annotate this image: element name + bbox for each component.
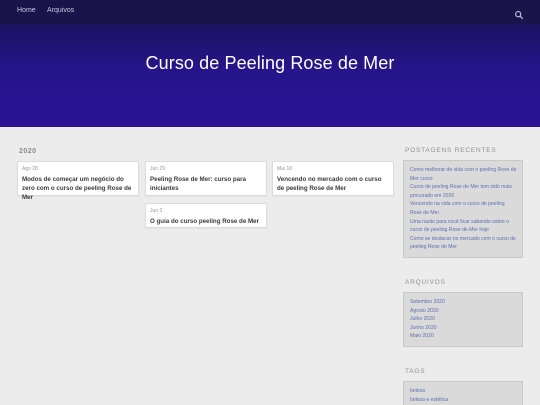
archive-month-link[interactable]: Setembro 2020	[410, 298, 517, 307]
post-title[interactable]: Modos de começar um negócio do zero com …	[22, 175, 134, 202]
recent-post-link[interactable]: Como se destacar no mercado com o curso …	[410, 235, 517, 252]
post-title[interactable]: Peeling Rose de Mer: curso para iniciant…	[150, 175, 262, 193]
recent-posts-heading: POSTAGENS RECENTES	[405, 147, 497, 154]
post-date: Jun 29	[150, 166, 166, 172]
recent-post-link[interactable]: Curso de peeling Rose de Mer tem sido ma…	[410, 183, 517, 200]
nav-archives-link[interactable]: Arquivos	[47, 7, 74, 14]
tags-list: beleza beleza e estética	[403, 381, 523, 405]
tag-link[interactable]: beleza	[410, 387, 517, 396]
recent-post-link[interactable]: Como melhorar de vida com o peeling Rose…	[410, 166, 517, 183]
recent-posts-list: Como melhorar de vida com o peeling Rose…	[403, 160, 523, 258]
recent-post-link[interactable]: Vencendo na vida com o curso de peeling …	[410, 200, 517, 217]
site-header-banner: Curso de Peeling Rose de Mer	[0, 24, 540, 127]
tags-heading: TAGS	[405, 368, 426, 375]
top-navigation: Home Arquivos	[0, 0, 540, 24]
nav-home-link[interactable]: Home	[17, 7, 36, 14]
search-button[interactable]	[514, 7, 524, 20]
archive-month-link[interactable]: Junho 2020	[410, 324, 517, 333]
post-date: Jun 3	[150, 208, 163, 214]
archive-month-link[interactable]: Maio 2020	[410, 332, 517, 341]
post-title[interactable]: Vencendo no mercado com o curso de peeli…	[277, 175, 389, 193]
post-card[interactable]: Ago 28 Modos de começar um negócio do ze…	[17, 161, 139, 201]
post-card[interactable]: Jun 3 O guia do curso peeling Rose de Me…	[145, 203, 267, 228]
site-title[interactable]: Curso de Peeling Rose de Mer	[0, 53, 540, 74]
search-icon	[515, 11, 524, 20]
post-date: Ago 28	[22, 166, 38, 172]
post-date: Mai 18	[277, 166, 293, 172]
archives-heading: ARQUIVOS	[405, 279, 446, 286]
post-card[interactable]: Mai 18 Vencendo no mercado com o curso d…	[272, 161, 394, 196]
archive-year: 2020	[19, 148, 37, 155]
post-card[interactable]: Jun 29 Peeling Rose de Mer: curso para i…	[145, 161, 267, 196]
recent-post-link[interactable]: Uma razão para você ficar sabendo sobre …	[410, 218, 517, 235]
archive-month-link[interactable]: Julho 2020	[410, 315, 517, 324]
post-title[interactable]: O guia do curso peeling Rose de Mer	[150, 217, 262, 226]
tag-link[interactable]: beleza e estética	[410, 396, 517, 405]
archives-list: Setembro 2020 Agosto 2020 Julho 2020 Jun…	[403, 292, 523, 347]
archive-month-link[interactable]: Agosto 2020	[410, 307, 517, 316]
